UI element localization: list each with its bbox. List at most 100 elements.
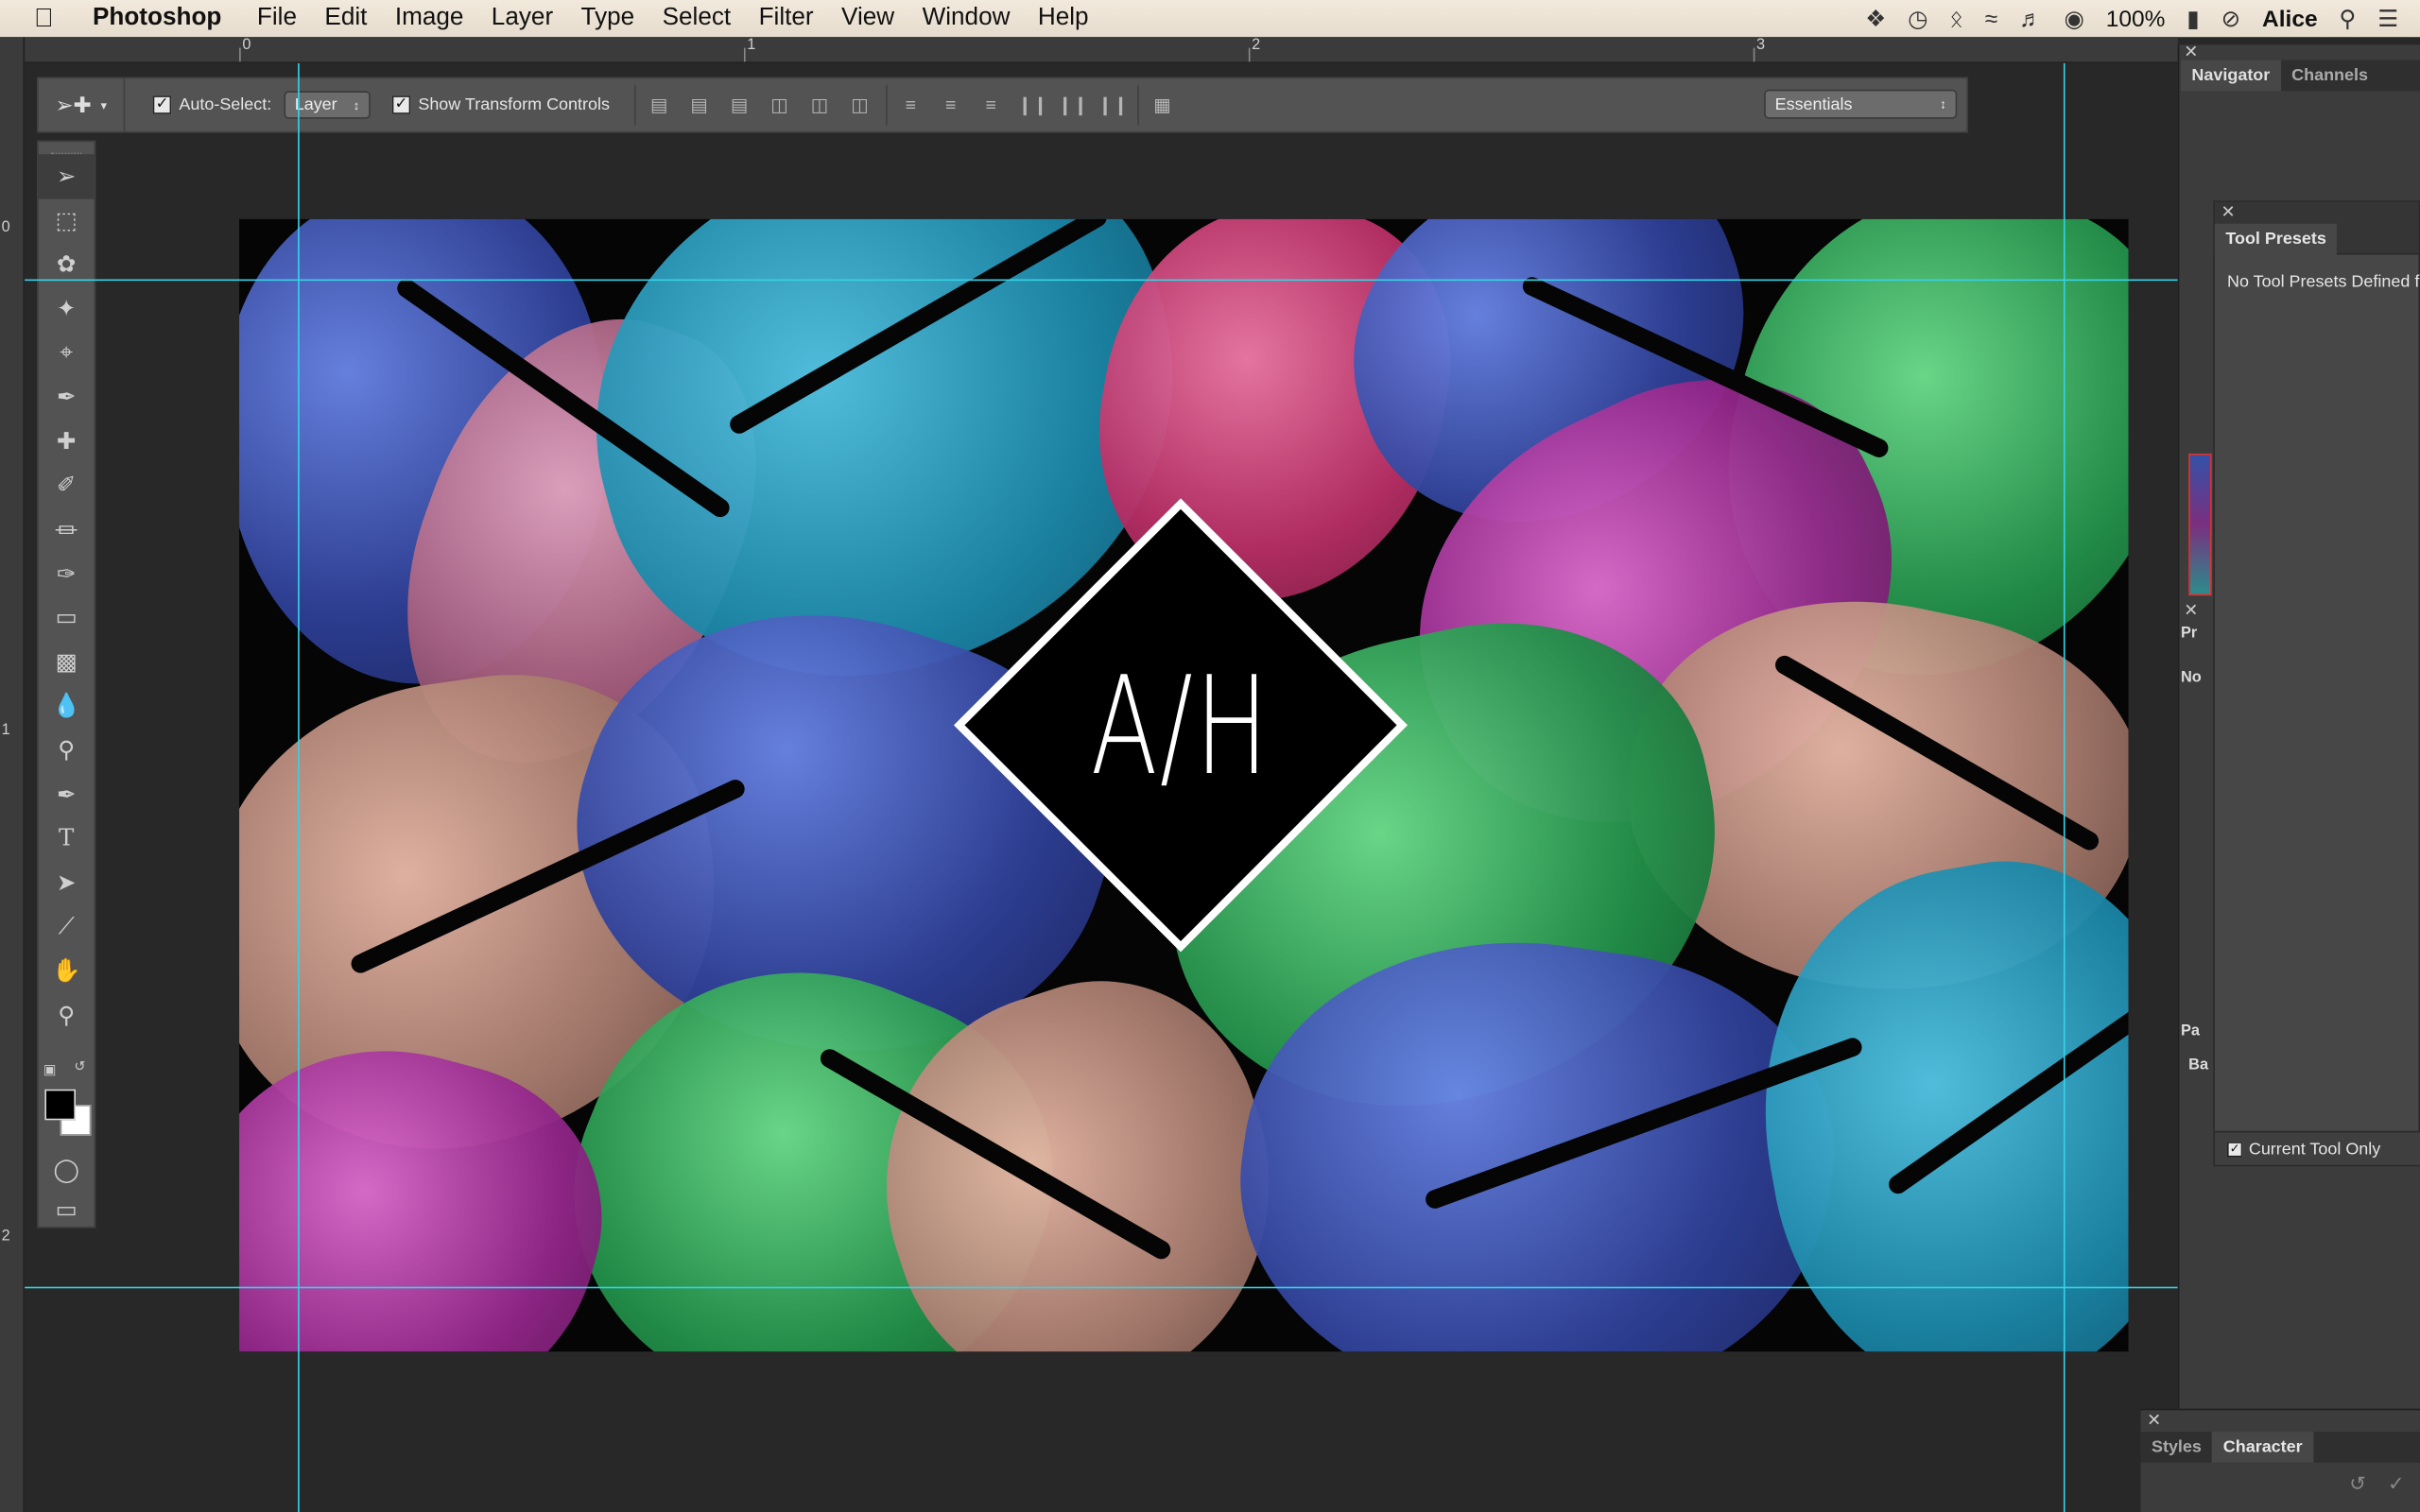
brush-tool-icon[interactable]: ✐ <box>39 463 95 507</box>
collapsed-panel-label[interactable]: Pa <box>2181 1022 2200 1040</box>
pen-tool-icon[interactable]: ✒ <box>39 772 95 816</box>
current-tool-only-checkbox[interactable]: ✓ <box>2226 1141 2243 1157</box>
panel-grip[interactable] <box>50 142 82 155</box>
clone-stamp-tool-icon[interactable]: ⏛ <box>39 507 95 552</box>
history-brush-tool-icon[interactable]: ✑ <box>39 551 95 595</box>
eraser-tool-icon[interactable]: ▭ <box>39 595 95 640</box>
tool-presets-tabs: Tool Presets <box>2214 223 2419 255</box>
workspace-switcher[interactable]: Essentials ↕ <box>1764 89 1958 119</box>
hand-tool-icon[interactable]: ✋ <box>39 949 95 993</box>
menu-select[interactable]: Select <box>663 5 732 32</box>
menu-filter[interactable]: Filter <box>759 5 814 32</box>
quick-mask-icon[interactable]: ◯ <box>39 1148 95 1193</box>
auto-align-layers-icon[interactable]: ▦ <box>1149 94 1176 116</box>
move-tool-preset-picker[interactable]: ➢✚ ▾ <box>39 77 126 133</box>
eyedropper-tool-icon[interactable]: ✒ <box>39 375 95 420</box>
guide-horizontal-bottom[interactable] <box>25 1286 2178 1289</box>
guide-horizontal-top[interactable] <box>25 279 2178 282</box>
transform-controls-toggle[interactable]: ✓ Show Transform Controls <box>391 95 622 114</box>
align-horizontal-centers-icon[interactable]: ◫ <box>805 94 833 116</box>
monogram-badge[interactable]: A/H <box>953 498 1409 953</box>
auto-select-checkbox[interactable]: ✓ <box>152 95 172 114</box>
ruler-vertical[interactable]: 0 1 2 <box>0 37 26 1512</box>
volume-icon[interactable]: ♬ <box>2019 6 2042 32</box>
menu-file[interactable]: File <box>257 5 297 32</box>
healing-brush-tool-icon[interactable]: ✚ <box>39 419 95 463</box>
distribute-top-icon[interactable]: ≡ <box>897 94 925 116</box>
line-tool-icon[interactable]: ⟋ <box>39 904 95 949</box>
zoom-tool-icon[interactable]: ⚲ <box>39 992 95 1037</box>
user-menu[interactable]: Alice <box>2262 6 2318 32</box>
menu-image[interactable]: Image <box>395 5 464 32</box>
menu-layer[interactable]: Layer <box>492 5 553 32</box>
tab-navigator[interactable]: Navigator <box>2181 60 2281 92</box>
collapsed-panel-label[interactable]: Ba <box>2188 1057 2208 1074</box>
guide-vertical-right[interactable] <box>2063 62 2066 1512</box>
panel-header: ✕ <box>2214 201 2419 224</box>
tab-styles[interactable]: Styles <box>2141 1432 2213 1463</box>
align-bottom-edges-icon[interactable]: ▤ <box>725 94 752 116</box>
battery-percent: 100% <box>2105 5 2166 32</box>
distribute-left-icon[interactable]: ❙❙ <box>1017 94 1048 116</box>
notification-center-icon[interactable]: ☰ <box>2377 5 2398 33</box>
type-tool-icon[interactable]: T <box>39 816 95 861</box>
distribute-vcenter-icon[interactable]: ≡ <box>937 94 964 116</box>
wifi-icon[interactable]: ≈ <box>1985 6 1997 32</box>
menu-view[interactable]: View <box>841 5 894 32</box>
menu-window[interactable]: Window <box>923 5 1011 32</box>
auto-select-toggle[interactable]: ✓ Auto-Select: <box>152 95 285 114</box>
distribute-right-icon[interactable]: ❙❙ <box>1098 94 1129 116</box>
battery-icon[interactable]: ▮ <box>2187 5 2199 33</box>
menu-type[interactable]: Type <box>581 5 635 32</box>
ruler-tick-0: 0 <box>242 37 251 55</box>
tab-tool-presets[interactable]: Tool Presets <box>2214 223 2338 255</box>
foreground-color-swatch[interactable] <box>44 1089 77 1121</box>
menu-help[interactable]: Help <box>1038 5 1089 32</box>
current-tool-only-label: Current Tool Only <box>2248 1139 2381 1159</box>
navigator-thumbnail[interactable] <box>2188 454 2212 596</box>
move-tool-icon: ➢✚ <box>55 92 92 117</box>
menu-edit[interactable]: Edit <box>324 5 367 32</box>
commit-check-icon[interactable]: ✓ <box>2388 1472 2405 1497</box>
spotlight-search-icon[interactable]: ⚲ <box>2339 5 2356 33</box>
app-name-menu[interactable]: Photoshop <box>93 5 221 32</box>
align-vertical-centers-icon[interactable]: ▤ <box>685 94 713 116</box>
move-tool-icon[interactable]: ➢ <box>38 154 95 198</box>
tab-character[interactable]: Character <box>2212 1432 2314 1463</box>
screen-mode-icon[interactable]: ▭ <box>39 1188 95 1232</box>
crop-tool-icon[interactable]: ⌖ <box>39 331 95 375</box>
document-canvas[interactable]: A/H <box>239 218 2129 1352</box>
ruler-mark <box>743 47 746 62</box>
close-icon[interactable]: ✕ <box>2184 42 2198 62</box>
bluetooth-icon[interactable]: ᛟ <box>1949 6 1963 32</box>
blur-tool-icon[interactable]: 💧 <box>39 683 95 728</box>
adobe-cc-icon[interactable]: ◉ <box>2065 5 2084 33</box>
close-icon[interactable]: ✕ <box>2221 202 2235 223</box>
dodge-tool-icon[interactable]: ⚲ <box>39 728 95 772</box>
swap-colors-icon[interactable]: ↺ <box>74 1058 85 1075</box>
collapsed-panel-label[interactable]: Pr <box>2181 625 2197 642</box>
auto-select-target-dropdown[interactable]: Layer ↕ <box>284 91 371 119</box>
transform-controls-checkbox[interactable]: ✓ <box>391 95 411 114</box>
path-selection-tool-icon[interactable]: ➤ <box>39 860 95 904</box>
close-icon[interactable]: ✕ <box>2147 1410 2161 1431</box>
align-right-edges-icon[interactable]: ◫ <box>846 94 873 116</box>
gradient-tool-icon[interactable]: ▩ <box>39 640 95 684</box>
magic-wand-tool-icon[interactable]: ✦ <box>39 286 95 331</box>
marquee-tool-icon[interactable]: ⬚ <box>39 198 95 243</box>
workspace-value: Essentials <box>1774 94 1853 114</box>
apple-icon[interactable]:  <box>34 3 65 34</box>
tab-channels[interactable]: Channels <box>2281 60 2379 92</box>
align-left-edges-icon[interactable]: ◫ <box>766 94 793 116</box>
distribute-bottom-icon[interactable]: ≡ <box>977 94 1005 116</box>
ruler-horizontal[interactable]: 0 1 2 3 <box>25 37 2178 63</box>
default-colors-icon[interactable]: ▣ <box>43 1061 57 1078</box>
close-icon[interactable]: ✕ <box>2184 600 2198 621</box>
time-machine-icon[interactable]: ◷ <box>1908 5 1927 33</box>
clock-icon[interactable]: ⊘ <box>2221 5 2241 33</box>
distribute-hcenter-icon[interactable]: ❙❙ <box>1057 94 1088 116</box>
dropbox-icon[interactable]: ❖ <box>1865 5 1886 33</box>
guide-vertical-left[interactable] <box>298 62 300 1512</box>
align-top-edges-icon[interactable]: ▤ <box>646 94 673 116</box>
reset-icon[interactable]: ↺ <box>2349 1472 2366 1497</box>
